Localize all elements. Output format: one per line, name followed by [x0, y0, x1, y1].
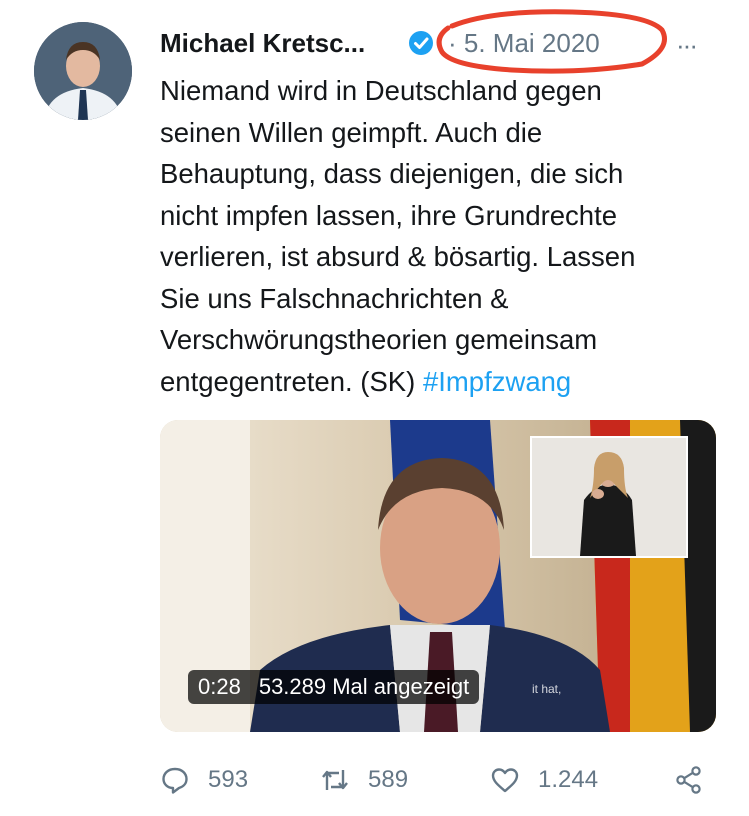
- tweet-line-last: entgegentreten. (SK) #Impfzwang: [160, 361, 720, 403]
- hashtag-link[interactable]: #Impfzwang: [423, 366, 571, 397]
- like-button[interactable]: 1.244: [490, 760, 598, 800]
- tweet-actions: 593 589 1.244: [160, 760, 720, 800]
- reply-count: 593: [208, 766, 249, 793]
- tweet-line: entgegentreten. (SK): [160, 365, 423, 397]
- tweet-line: Behauptung, dass diejenigen, die sich: [160, 158, 624, 189]
- video-player[interactable]: 0:28 53.289 Mal angezeigt it hat,: [160, 420, 716, 732]
- highlight-circle: [436, 9, 667, 74]
- sign-language-inset: [530, 436, 688, 558]
- tweet-header: Michael Kretsc... · 5. Mai 2020 ···: [160, 9, 720, 74]
- tweet-line: Sie uns Falschnachrichten &: [160, 282, 509, 314]
- video-duration: 0:28: [198, 674, 241, 699]
- verified-badge-icon: [409, 31, 433, 55]
- video-subtitle: it hat,: [532, 682, 562, 696]
- tweet-line: seinen Willen geimpft. Auch die: [160, 116, 543, 148]
- tweet-body: Niemand wird in Deutschland gegen seinen…: [160, 70, 720, 402]
- heart-icon: [491, 768, 519, 793]
- retweet-arrows-icon: [322, 770, 348, 790]
- share-button[interactable]: [674, 760, 704, 800]
- video-info-badge: 0:28 53.289 Mal angezeigt: [188, 670, 480, 704]
- author-name[interactable]: Michael Kretsc...: [160, 28, 365, 59]
- tweet-line: nicht impfen lassen, ihre Grundrechte: [160, 199, 618, 231]
- video-view-count: 53.289 Mal angezeigt: [258, 674, 470, 699]
- tweet-line: Verschwörungstheorien gemeinsam: [160, 324, 598, 355]
- retweet-button[interactable]: 589: [320, 760, 408, 800]
- more-options-icon[interactable]: ···: [676, 30, 698, 61]
- share-nodes-icon: [676, 766, 701, 794]
- retweet-count: 589: [368, 766, 409, 793]
- reply-button[interactable]: 593: [160, 760, 248, 800]
- tweet-line: Niemand wird in Deutschland gegen: [160, 75, 602, 106]
- author-avatar[interactable]: [34, 22, 132, 120]
- speech-bubble-icon: [162, 767, 188, 794]
- like-count: 1.244: [538, 766, 599, 793]
- tweet-line: verlieren, ist absurd & bösartig. Lassen: [160, 241, 636, 272]
